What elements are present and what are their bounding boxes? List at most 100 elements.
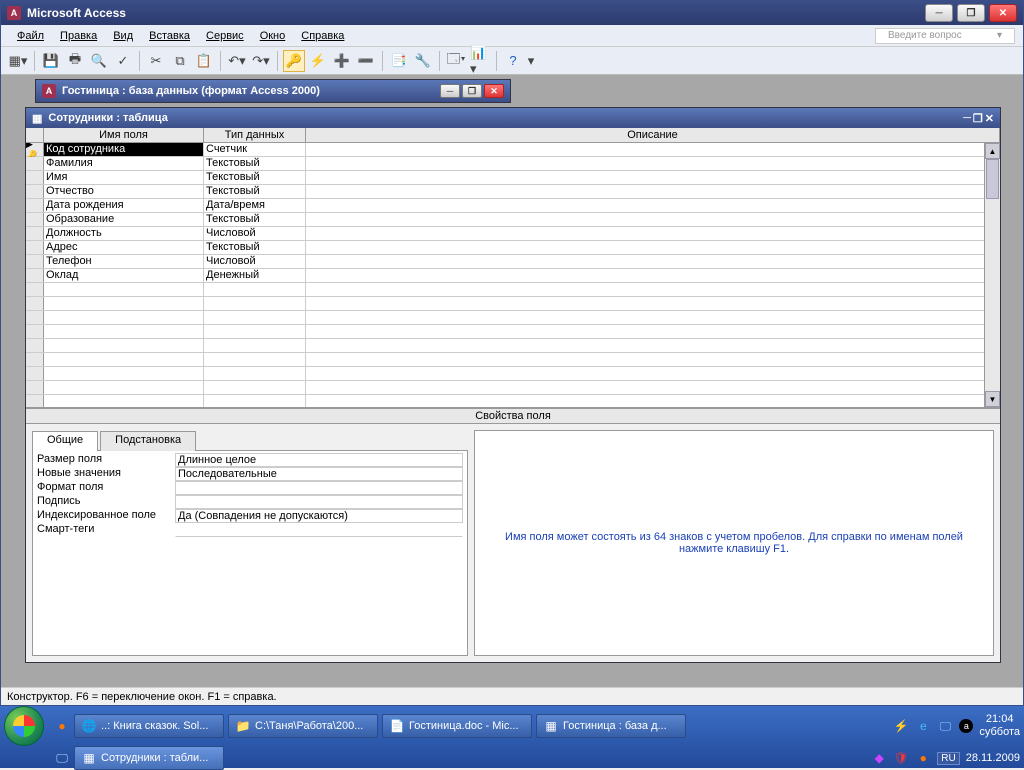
row-selector[interactable] <box>26 283 44 296</box>
grid-body[interactable]: ▶🔑Код сотрудникаСчетчикФамилияТекстовыйИ… <box>26 143 1000 407</box>
field-type-cell[interactable]: Текстовый <box>204 213 306 226</box>
table-row[interactable]: ▶🔑Код сотрудникаСчетчик <box>26 143 1000 157</box>
row-selector[interactable] <box>26 381 44 394</box>
menu-view[interactable]: Вид <box>105 28 141 44</box>
field-type-cell[interactable]: Числовой <box>204 227 306 240</box>
table-row[interactable]: ОкладДенежный <box>26 269 1000 283</box>
field-name-cell[interactable] <box>44 395 204 407</box>
field-desc-cell[interactable] <box>306 353 1000 366</box>
field-name-cell[interactable]: Код сотрудника <box>44 143 204 156</box>
scroll-up-icon[interactable]: ▲ <box>985 143 1000 159</box>
menu-file[interactable]: Файл <box>9 28 52 44</box>
property-value[interactable]: Последовательные <box>175 467 463 481</box>
field-desc-cell[interactable] <box>306 227 1000 240</box>
tray-firefox-icon[interactable]: ● <box>915 750 931 766</box>
show-desktop-icon[interactable]: 🖵 <box>54 750 70 766</box>
field-desc-cell[interactable] <box>306 367 1000 380</box>
property-value[interactable] <box>175 495 463 509</box>
redo-icon[interactable]: ↷▾ <box>250 50 272 72</box>
field-desc-cell[interactable] <box>306 297 1000 310</box>
field-name-cell[interactable] <box>44 339 204 352</box>
tab-general[interactable]: Общие <box>32 431 98 451</box>
cut-icon[interactable]: ✂ <box>145 50 167 72</box>
row-selector[interactable] <box>26 367 44 380</box>
row-selector[interactable] <box>26 241 44 254</box>
tray-icon[interactable]: ⚡ <box>893 718 909 734</box>
field-type-cell[interactable] <box>204 311 306 324</box>
table-row[interactable] <box>26 395 1000 407</box>
field-name-cell[interactable]: Отчество <box>44 185 204 198</box>
row-selector[interactable] <box>26 311 44 324</box>
table-row[interactable]: ОбразованиеТекстовый <box>26 213 1000 227</box>
table-row[interactable]: АдресТекстовый <box>26 241 1000 255</box>
field-name-cell[interactable]: Дата рождения <box>44 199 204 212</box>
table-row[interactable] <box>26 311 1000 325</box>
field-name-cell[interactable]: Фамилия <box>44 157 204 170</box>
field-name-cell[interactable]: Оклад <box>44 269 204 282</box>
field-type-cell[interactable] <box>204 395 306 407</box>
db-maximize[interactable]: ❐ <box>462 84 482 98</box>
tray-monitor-icon[interactable]: 🖵 <box>937 718 953 734</box>
menu-edit[interactable]: Правка <box>52 28 105 44</box>
field-desc-cell[interactable] <box>306 311 1000 324</box>
tbl-close[interactable]: ✕ <box>985 112 994 125</box>
tray-a-icon[interactable]: a <box>959 719 973 733</box>
field-name-cell[interactable] <box>44 381 204 394</box>
field-type-cell[interactable] <box>204 381 306 394</box>
database-window-title[interactable]: Гостиница : база данных (формат Access 2… <box>35 79 511 103</box>
field-name-cell[interactable] <box>44 325 204 338</box>
menu-window[interactable]: Окно <box>252 28 294 44</box>
field-desc-cell[interactable] <box>306 213 1000 226</box>
field-desc-cell[interactable] <box>306 283 1000 296</box>
scroll-thumb[interactable] <box>986 159 999 199</box>
table-row[interactable]: ФамилияТекстовый <box>26 157 1000 171</box>
field-type-cell[interactable] <box>204 283 306 296</box>
field-type-cell[interactable]: Денежный <box>204 269 306 282</box>
tray-icon[interactable]: ◆ <box>871 750 887 766</box>
menu-help[interactable]: Справка <box>293 28 352 44</box>
row-selector[interactable] <box>26 171 44 184</box>
build-icon[interactable]: 🔧 <box>412 50 434 72</box>
field-type-cell[interactable] <box>204 353 306 366</box>
print-icon[interactable]: 🖶 <box>64 50 86 72</box>
index-icon[interactable]: ⚡ <box>307 50 329 72</box>
table-row[interactable] <box>26 381 1000 395</box>
field-type-cell[interactable] <box>204 297 306 310</box>
field-desc-cell[interactable] <box>306 185 1000 198</box>
taskbar-item[interactable]: 📄Гостиница.doc - Mic... <box>382 714 532 738</box>
row-selector[interactable] <box>26 213 44 226</box>
tab-lookup[interactable]: Подстановка <box>100 431 196 451</box>
field-desc-cell[interactable] <box>306 339 1000 352</box>
tray-ie-icon[interactable]: e <box>915 718 931 734</box>
vertical-scrollbar[interactable]: ▲ ▼ <box>984 143 1000 407</box>
row-selector[interactable] <box>26 255 44 268</box>
field-name-cell[interactable] <box>44 311 204 324</box>
row-selector[interactable] <box>26 199 44 212</box>
table-row[interactable] <box>26 353 1000 367</box>
field-name-cell[interactable]: Телефон <box>44 255 204 268</box>
minimize-button[interactable]: ─ <box>925 4 953 22</box>
maximize-button[interactable]: ❐ <box>957 4 985 22</box>
scroll-down-icon[interactable]: ▼ <box>985 391 1000 407</box>
clock-date[interactable]: 28.11.2009 <box>966 752 1020 765</box>
field-name-cell[interactable] <box>44 367 204 380</box>
field-type-cell[interactable]: Текстовый <box>204 171 306 184</box>
table-window-title[interactable]: ▦ Сотрудники : таблица ─ ❐ ✕ <box>26 108 1000 128</box>
field-desc-cell[interactable] <box>306 325 1000 338</box>
table-row[interactable]: ИмяТекстовый <box>26 171 1000 185</box>
db-close[interactable]: ✕ <box>484 84 504 98</box>
property-value[interactable] <box>175 481 463 495</box>
taskbar-item[interactable]: 🌐..: Книга сказок. Sol... <box>74 714 224 738</box>
start-button[interactable] <box>4 706 44 746</box>
tbl-minimize[interactable]: ─ <box>963 112 971 125</box>
field-desc-cell[interactable] <box>306 255 1000 268</box>
table-row[interactable]: ДолжностьЧисловой <box>26 227 1000 241</box>
field-type-cell[interactable]: Текстовый <box>204 185 306 198</box>
property-value[interactable] <box>175 523 463 537</box>
db-window-icon[interactable]: 🗔▾ <box>445 50 467 72</box>
row-selector[interactable] <box>26 297 44 310</box>
view-button[interactable]: ▦▾ <box>7 50 29 72</box>
field-type-cell[interactable]: Числовой <box>204 255 306 268</box>
taskbar-item[interactable]: ▦Гостиница : база д... <box>536 714 686 738</box>
clock-time[interactable]: 21:04 <box>986 713 1014 726</box>
